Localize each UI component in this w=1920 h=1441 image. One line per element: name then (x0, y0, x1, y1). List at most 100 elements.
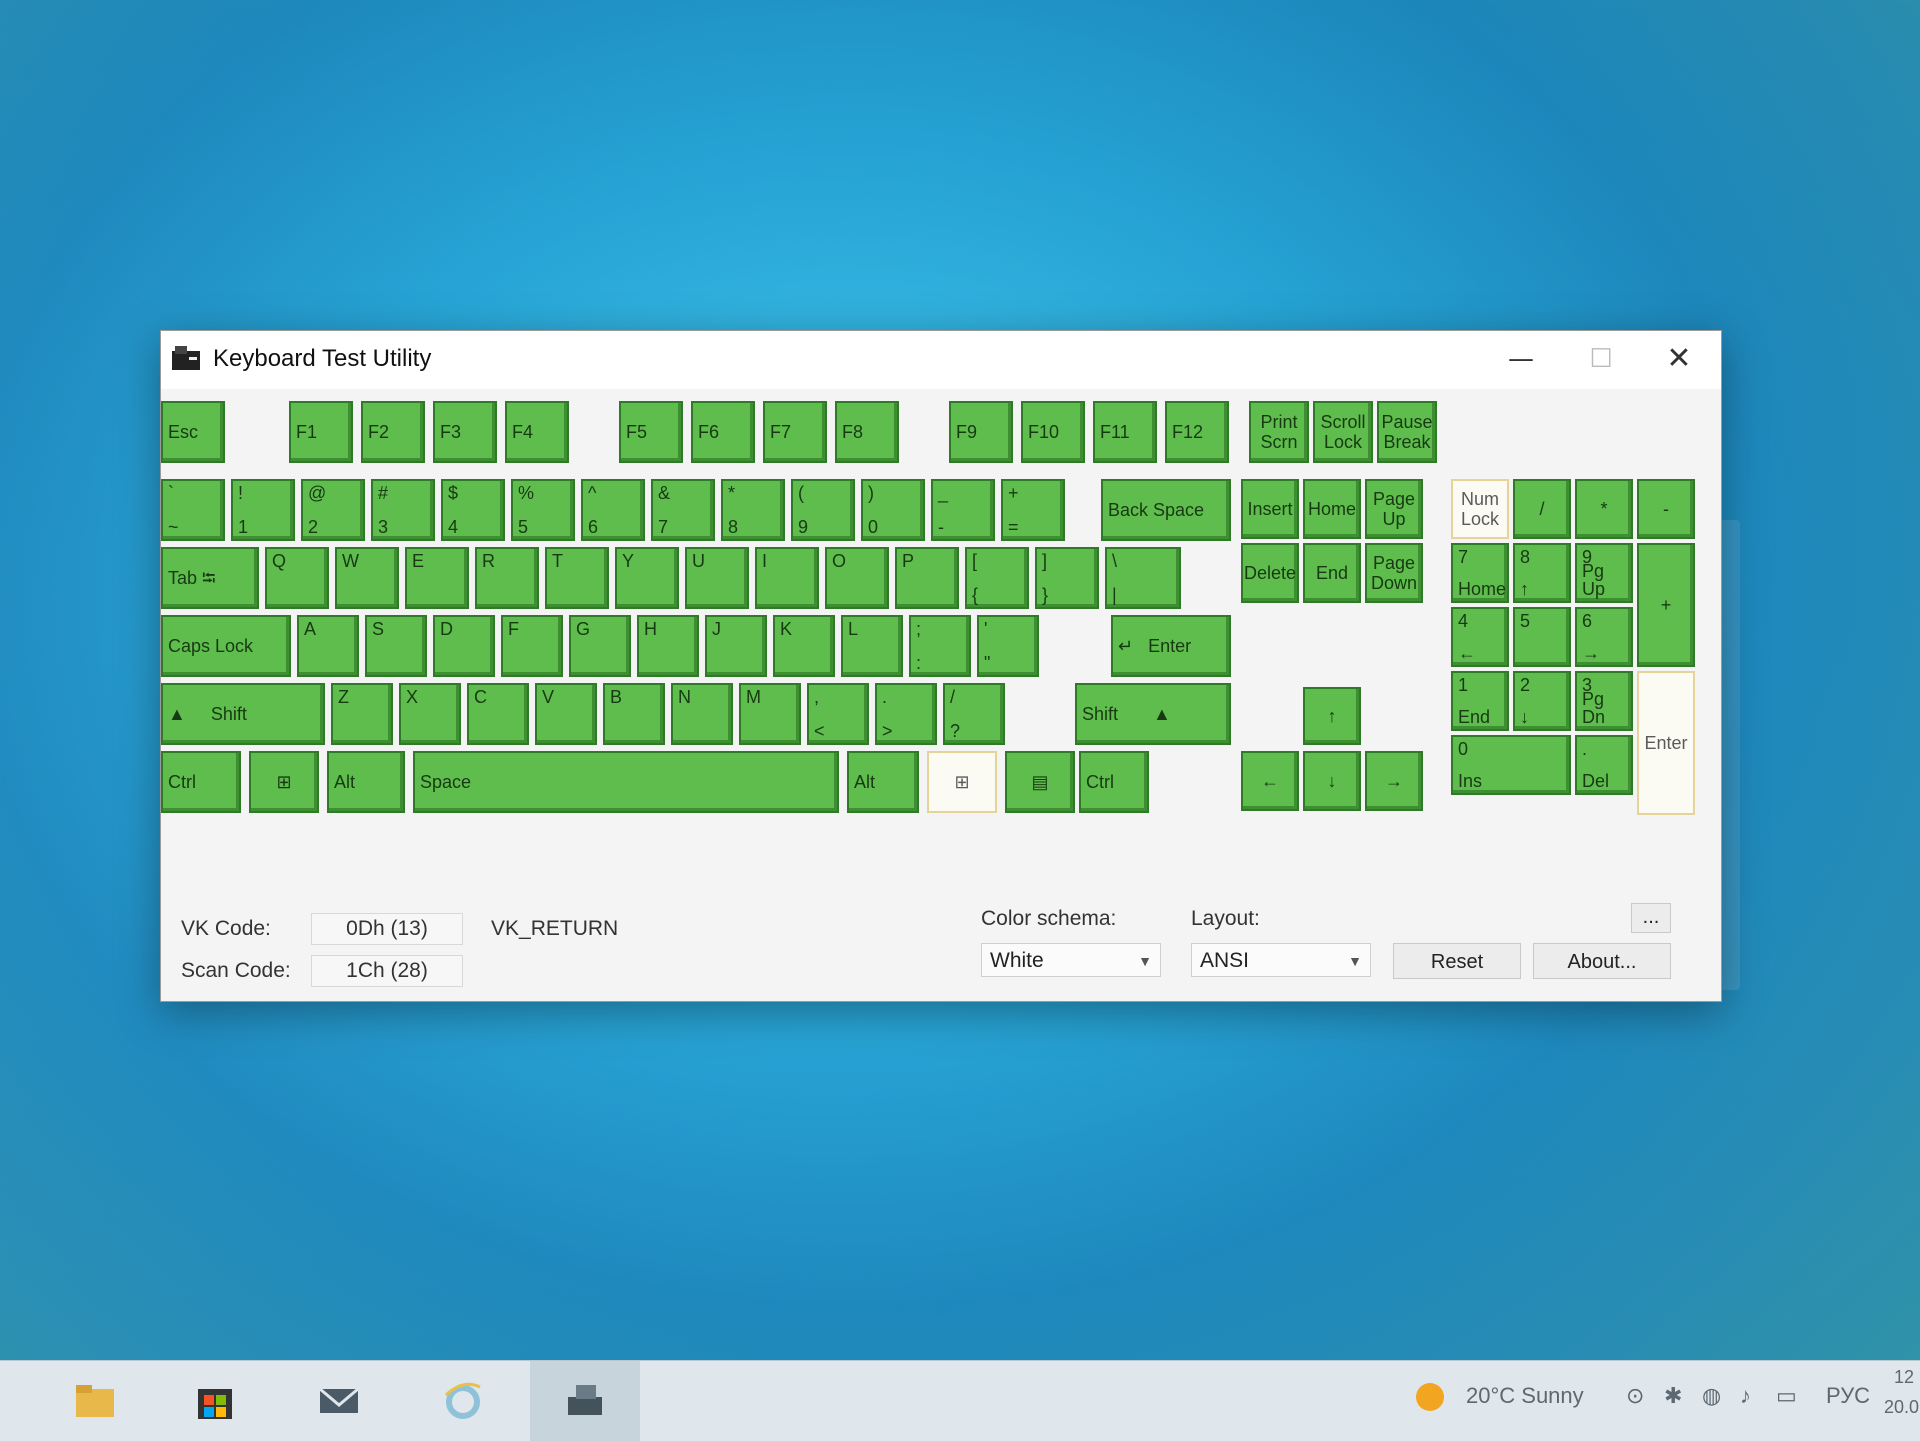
reset-button[interactable]: Reset (1393, 943, 1521, 979)
key-right-alt[interactable]: Alt (847, 751, 919, 813)
key-letter-z-row-6[interactable]: M (739, 683, 801, 745)
key-f4[interactable]: F4 (505, 401, 569, 463)
key-f8[interactable]: F8 (835, 401, 899, 463)
key-caps-lock[interactable]: Caps Lock (161, 615, 291, 677)
key-delete[interactable]: Delete (1241, 543, 1299, 603)
weather-text[interactable]: 20°C Sunny (1466, 1383, 1584, 1409)
key-page-down[interactable]: Page Down (1365, 543, 1423, 603)
key-numpad-enter[interactable]: Enter (1637, 671, 1695, 815)
key-numpad-4[interactable]: 4 ← (1451, 607, 1509, 667)
key-semicolon-0[interactable]: ;: (909, 615, 971, 677)
key-page-up[interactable]: Page Up (1365, 479, 1423, 539)
key-left-alt[interactable]: Alt (327, 751, 405, 813)
color-schema-select[interactable]: White ▼ (981, 943, 1161, 977)
key-digit-8[interactable]: * 8 (721, 479, 785, 541)
key-right-shift[interactable]: Shift ▲ (1075, 683, 1231, 745)
key-letter-z-row-3[interactable]: V (535, 683, 597, 745)
language-indicator[interactable]: РУС (1826, 1383, 1870, 1409)
key-letter-q-row-1[interactable]: W (335, 547, 399, 609)
key-letter-q-row-0[interactable]: Q (265, 547, 329, 609)
key-numpad-1[interactable]: 1 End (1451, 671, 1509, 731)
internet-explorer-icon[interactable] (440, 1377, 486, 1423)
key-numpad-0[interactable]: 0 Ins (1451, 735, 1571, 795)
key-letter-a-row-3[interactable]: F (501, 615, 563, 677)
key-esc[interactable]: Esc (161, 401, 225, 463)
key-digit-7[interactable]: & 7 (651, 479, 715, 541)
key-letter-q-row-3[interactable]: R (475, 547, 539, 609)
key-f1[interactable]: F1 (289, 401, 353, 463)
key-punct-2[interactable]: /? (943, 683, 1005, 745)
key-letter-q-row-8[interactable]: O (825, 547, 889, 609)
key-digit-3[interactable]: #3 (371, 479, 435, 541)
key-left-shift[interactable]: ▲ Shift (161, 683, 325, 745)
key-numpad-5[interactable]: 5 (1513, 607, 1571, 667)
key-arrow-down[interactable]: ↓ (1303, 751, 1361, 811)
more-options-button[interactable]: ... (1631, 903, 1671, 933)
key-digit-6[interactable]: ^ 6 (581, 479, 645, 541)
key-letter-q-row-9[interactable]: P (895, 547, 959, 609)
key-letter-z-row-2[interactable]: C (467, 683, 529, 745)
key-pause-break[interactable]: Pause Break (1377, 401, 1437, 463)
key-numpad-divide[interactable]: / (1513, 479, 1571, 539)
volume-tray-icon[interactable]: ♪ (1740, 1383, 1751, 1409)
key-arrow-left[interactable]: ← (1241, 751, 1299, 811)
key-numpad-minus[interactable]: - (1637, 479, 1695, 539)
key-punct-1[interactable]: . > (875, 683, 937, 745)
key-end[interactable]: End (1303, 543, 1361, 603)
key-digit-5[interactable]: % 5 (511, 479, 575, 541)
key-semicolon-1[interactable]: ' " (977, 615, 1039, 677)
globe-tray-icon[interactable]: ◍ (1702, 1383, 1721, 1409)
key-numpad-decimal[interactable]: . Del (1575, 735, 1633, 795)
key-f12[interactable]: F12 (1165, 401, 1229, 463)
key-letter-a-row-2[interactable]: D (433, 615, 495, 677)
key-arrow-up[interactable]: ↑ (1303, 687, 1361, 745)
file-explorer-icon[interactable] (72, 1377, 118, 1423)
key-bracket-0[interactable]: [{ (965, 547, 1029, 609)
key-f10[interactable]: F10 (1021, 401, 1085, 463)
key-punct-0[interactable]: , < (807, 683, 869, 745)
keyboard-test-taskbar-icon[interactable] (562, 1377, 608, 1423)
key-letter-z-row-5[interactable]: N (671, 683, 733, 745)
key-numpad-8[interactable]: 8 ↑ (1513, 543, 1571, 603)
key-letter-q-row-2[interactable]: E (405, 547, 469, 609)
key-letter-a-row-7[interactable]: K (773, 615, 835, 677)
key-f2[interactable]: F2 (361, 401, 425, 463)
keyboard-tray-icon[interactable]: ▭ (1776, 1383, 1797, 1409)
key-digit-12[interactable]: + = (1001, 479, 1065, 541)
key-letter-a-row-8[interactable]: L (841, 615, 903, 677)
key-digit-2[interactable]: @2 (301, 479, 365, 541)
bluetooth-tray-icon[interactable]: ✱ (1664, 1383, 1682, 1409)
key-bracket-1[interactable]: ]} (1035, 547, 1099, 609)
mail-icon[interactable] (316, 1377, 362, 1423)
key-numpad-multiply[interactable]: * (1575, 479, 1633, 539)
key-numpad-9[interactable]: 9 Pg Up (1575, 543, 1633, 603)
key-right-ctrl[interactable]: Ctrl (1079, 751, 1149, 813)
key-f6[interactable]: F6 (691, 401, 755, 463)
key-letter-q-row-6[interactable]: U (685, 547, 749, 609)
layout-select[interactable]: ANSI ▼ (1191, 943, 1371, 977)
key-digit-10[interactable]: ) 0 (861, 479, 925, 541)
key-f9[interactable]: F9 (949, 401, 1013, 463)
store-icon[interactable] (192, 1377, 238, 1423)
key-digit-1[interactable]: ! 1 (231, 479, 295, 541)
key-home[interactable]: Home (1303, 479, 1361, 539)
key-letter-a-row-5[interactable]: H (637, 615, 699, 677)
key-enter[interactable]: ↵ Enter (1111, 615, 1231, 677)
key-tab[interactable]: Tab ⭾ (161, 547, 259, 609)
key-letter-a-row-4[interactable]: G (569, 615, 631, 677)
key-numpad-6[interactable]: 6 → (1575, 607, 1633, 667)
key-letter-z-row-0[interactable]: Z (331, 683, 393, 745)
key-f7[interactable]: F7 (763, 401, 827, 463)
key-f11[interactable]: F11 (1093, 401, 1157, 463)
key-f3[interactable]: F3 (433, 401, 497, 463)
key-arrow-right[interactable]: → (1365, 751, 1423, 811)
key-digit-0[interactable]: ` ~ (161, 479, 225, 541)
key-left-ctrl[interactable]: Ctrl (161, 751, 241, 813)
key-letter-z-row-1[interactable]: X (399, 683, 461, 745)
key-scroll-lock[interactable]: Scroll Lock (1313, 401, 1373, 463)
key-digit-9[interactable]: (9 (791, 479, 855, 541)
key-numpad-3[interactable]: 3 Pg Dn (1575, 671, 1633, 731)
network-tray-icon[interactable]: ⊙ (1626, 1383, 1644, 1409)
key-backspace[interactable]: Back Space (1101, 479, 1231, 541)
key-letter-a-row-1[interactable]: S (365, 615, 427, 677)
